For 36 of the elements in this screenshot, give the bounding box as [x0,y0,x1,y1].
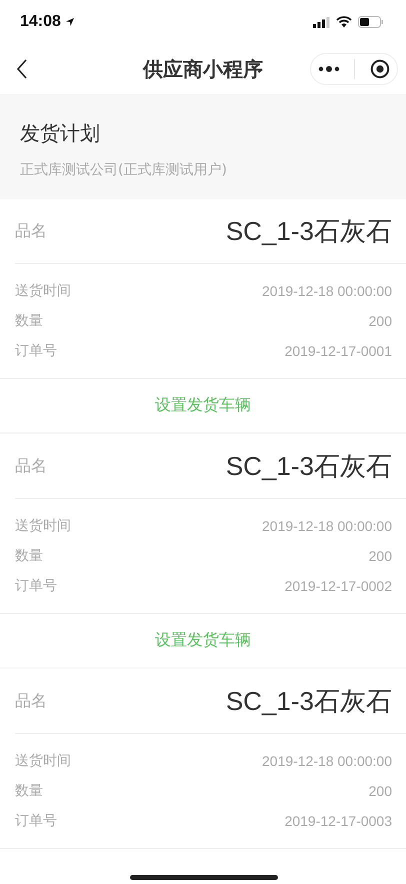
field-label: 送货时间 [15,282,71,300]
field-label: 数量 [15,782,43,800]
more-icon[interactable] [318,66,340,72]
field-label: 品名 [15,456,47,476]
product-name: SC_1-3石灰石 [226,214,392,248]
field-value: 200 [368,548,392,564]
field-value: 2019-12-18 00:00:00 [262,283,392,299]
field-label: 数量 [15,312,43,330]
set-vehicle-button[interactable]: 设置发货车辆 [147,391,259,420]
field-value: 2019-12-17-0003 [284,813,392,829]
section-title: 发货计划 [20,120,101,147]
field-label: 数量 [15,547,43,565]
field-label: 送货时间 [15,517,71,535]
field-value: 2019-12-17-0001 [284,343,392,359]
signal-icon [313,16,330,28]
field-label: 订单号 [15,342,57,360]
field-label: 品名 [15,220,47,242]
location-arrow-icon [64,17,75,27]
product-name: SC_1-3石灰石 [226,450,392,482]
page-title: 供应商小程序 [143,56,263,82]
product-name: SC_1-3石灰石 [226,684,392,718]
field-label: 订单号 [15,577,57,595]
field-label: 品名 [15,690,47,712]
field-label: 订单号 [15,812,57,830]
company-name: 正式库测试公司(正式库测试用户) [20,161,228,179]
battery-icon [358,16,384,28]
field-value: 200 [368,313,392,329]
field-label: 送货时间 [15,752,71,770]
set-vehicle-button[interactable]: 设置发货车辆 [147,626,259,655]
field-value: 2019-12-17-0002 [284,578,392,594]
field-value: 2019-12-18 00:00:00 [262,518,392,534]
field-value: 2019-12-18 00:00:00 [262,753,392,769]
wifi-icon [336,16,352,28]
status-time: 14:08 [20,13,61,31]
field-value: 200 [368,783,392,799]
back-icon[interactable] [16,59,28,79]
